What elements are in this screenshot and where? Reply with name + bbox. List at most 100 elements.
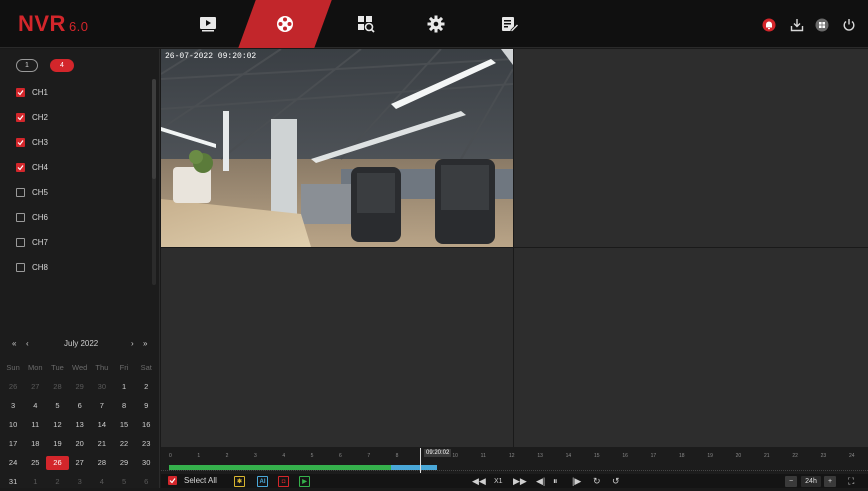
- channel-item[interactable]: CH7: [16, 235, 48, 249]
- checkbox-checked-icon[interactable]: [16, 162, 25, 172]
- playback-timeline[interactable]: 0123456789101112131415161718192021222324…: [161, 447, 868, 474]
- next-month-button[interactable]: ›: [131, 339, 134, 348]
- calendar-day[interactable]: 28: [91, 456, 113, 470]
- fast-forward-icon[interactable]: ▶▶: [513, 476, 527, 487]
- channel-item[interactable]: CH8: [16, 260, 48, 274]
- filter-motion-button[interactable]: ◘: [278, 476, 289, 487]
- calendar-day[interactable]: 30: [135, 456, 157, 470]
- select-all-control[interactable]: Select All: [168, 476, 217, 485]
- calendar-day[interactable]: 26: [2, 380, 24, 394]
- timeline-cursor[interactable]: [420, 448, 421, 473]
- calendar-day[interactable]: 7: [91, 399, 113, 413]
- checkbox-unchecked-icon[interactable]: [16, 187, 25, 197]
- zoom-out-button[interactable]: −: [785, 476, 797, 487]
- channel-item[interactable]: CH3: [16, 135, 48, 149]
- calendar-day[interactable]: 15: [113, 418, 135, 432]
- calendar-day[interactable]: 16: [135, 418, 157, 432]
- calendar-day[interactable]: 27: [24, 380, 46, 394]
- calendar-day[interactable]: 25: [24, 456, 46, 470]
- calendar-day[interactable]: 3: [2, 399, 24, 413]
- calendar-day[interactable]: 28: [46, 380, 68, 394]
- tab-search[interactable]: [336, 0, 396, 48]
- power-icon[interactable]: [840, 16, 858, 34]
- calendar-day[interactable]: 5: [46, 399, 68, 413]
- calendar-day[interactable]: 12: [46, 418, 68, 432]
- page-button-1[interactable]: 1: [16, 59, 38, 72]
- calendar-day[interactable]: 20: [69, 437, 91, 451]
- download-icon[interactable]: [788, 16, 806, 34]
- calendar-day[interactable]: 8: [113, 399, 135, 413]
- checkbox-checked-icon[interactable]: [168, 476, 177, 485]
- calendar-day[interactable]: 17: [2, 437, 24, 451]
- tab-playback[interactable]: [255, 0, 315, 48]
- checkbox-unchecked-icon[interactable]: [16, 212, 25, 222]
- checkbox-checked-icon[interactable]: [16, 137, 25, 147]
- calendar-day[interactable]: 6: [69, 399, 91, 413]
- prev-year-button[interactable]: «: [12, 339, 16, 348]
- calendar-day[interactable]: 14: [91, 418, 113, 432]
- calendar-day[interactable]: 4: [91, 475, 113, 489]
- checkbox-unchecked-icon[interactable]: [16, 262, 25, 272]
- scrollbar-thumb[interactable]: [152, 79, 156, 179]
- timeline-hour-label: 13: [537, 453, 543, 459]
- calendar-day[interactable]: 13: [69, 418, 91, 432]
- channel-scrollbar[interactable]: [152, 79, 156, 285]
- channel-item[interactable]: CH2: [16, 110, 48, 124]
- zoom-in-button[interactable]: +: [824, 476, 836, 487]
- calendar-day[interactable]: 11: [24, 418, 46, 432]
- timeline-hour-label: 15: [594, 453, 600, 459]
- rewind-icon[interactable]: ◀◀: [472, 476, 486, 487]
- filter-normal-button[interactable]: ▶: [299, 476, 310, 487]
- layout-icon[interactable]: [813, 16, 831, 34]
- channel-item[interactable]: CH6: [16, 210, 48, 224]
- checkbox-checked-icon[interactable]: [16, 112, 25, 122]
- tab-live-view[interactable]: [178, 0, 238, 48]
- calendar-day[interactable]: 3: [69, 475, 91, 489]
- calendar-day[interactable]: 2: [135, 380, 157, 394]
- tab-settings[interactable]: [406, 0, 466, 48]
- gear-icon: [427, 15, 445, 33]
- calendar-day[interactable]: 31: [2, 475, 24, 489]
- prev-month-button[interactable]: ‹: [26, 339, 29, 348]
- calendar-day[interactable]: 4: [24, 399, 46, 413]
- fullscreen-icon[interactable]: ⛶: [848, 476, 854, 487]
- calendar-day[interactable]: 2: [46, 475, 68, 489]
- pause-icon[interactable]: ⏸: [553, 476, 558, 487]
- step-back-icon[interactable]: ◀|: [536, 476, 545, 487]
- page-button-4[interactable]: 4: [50, 59, 74, 72]
- calendar-day[interactable]: 27: [69, 456, 91, 470]
- calendar-day-selected[interactable]: 26: [46, 455, 69, 470]
- next-year-button[interactable]: »: [143, 339, 147, 348]
- calendar-day[interactable]: 21: [91, 437, 113, 451]
- calendar-day[interactable]: 24: [2, 456, 24, 470]
- calendar-day[interactable]: 18: [24, 437, 46, 451]
- timeline-hour-label: 24: [849, 453, 855, 459]
- step-forward-icon[interactable]: |▶: [572, 476, 581, 487]
- channel-item[interactable]: CH4: [16, 160, 48, 174]
- camera-feed-ch1[interactable]: 26-07-2022 09:20:02: [161, 49, 513, 247]
- calendar-day[interactable]: 22: [113, 437, 135, 451]
- calendar-day[interactable]: 30: [91, 380, 113, 394]
- calendar-day[interactable]: 29: [113, 456, 135, 470]
- refresh-icon[interactable]: ↻: [593, 476, 601, 487]
- speed-label[interactable]: X1: [494, 476, 503, 487]
- checkbox-checked-icon[interactable]: [16, 87, 25, 97]
- calendar-day[interactable]: 1: [24, 475, 46, 489]
- reverse-icon[interactable]: ↺: [612, 476, 620, 487]
- calendar-day[interactable]: 5: [113, 475, 135, 489]
- calendar-day[interactable]: 19: [46, 437, 68, 451]
- timeline-hour-label: 3: [254, 453, 257, 459]
- calendar-day[interactable]: 9: [135, 399, 157, 413]
- channel-item[interactable]: CH5: [16, 185, 48, 199]
- calendar-day[interactable]: 29: [69, 380, 91, 394]
- checkbox-unchecked-icon[interactable]: [16, 237, 25, 247]
- filter-ai-button[interactable]: AI: [257, 476, 268, 487]
- channel-item[interactable]: CH1: [16, 85, 48, 99]
- filter-alarm-button[interactable]: ✱: [234, 476, 245, 487]
- alarm-icon[interactable]: [760, 16, 778, 34]
- calendar-day[interactable]: 1: [113, 380, 135, 394]
- tab-maintenance[interactable]: [480, 0, 540, 48]
- calendar-day[interactable]: 23: [135, 437, 157, 451]
- calendar-day[interactable]: 10: [2, 418, 24, 432]
- calendar-day[interactable]: 6: [135, 475, 157, 489]
